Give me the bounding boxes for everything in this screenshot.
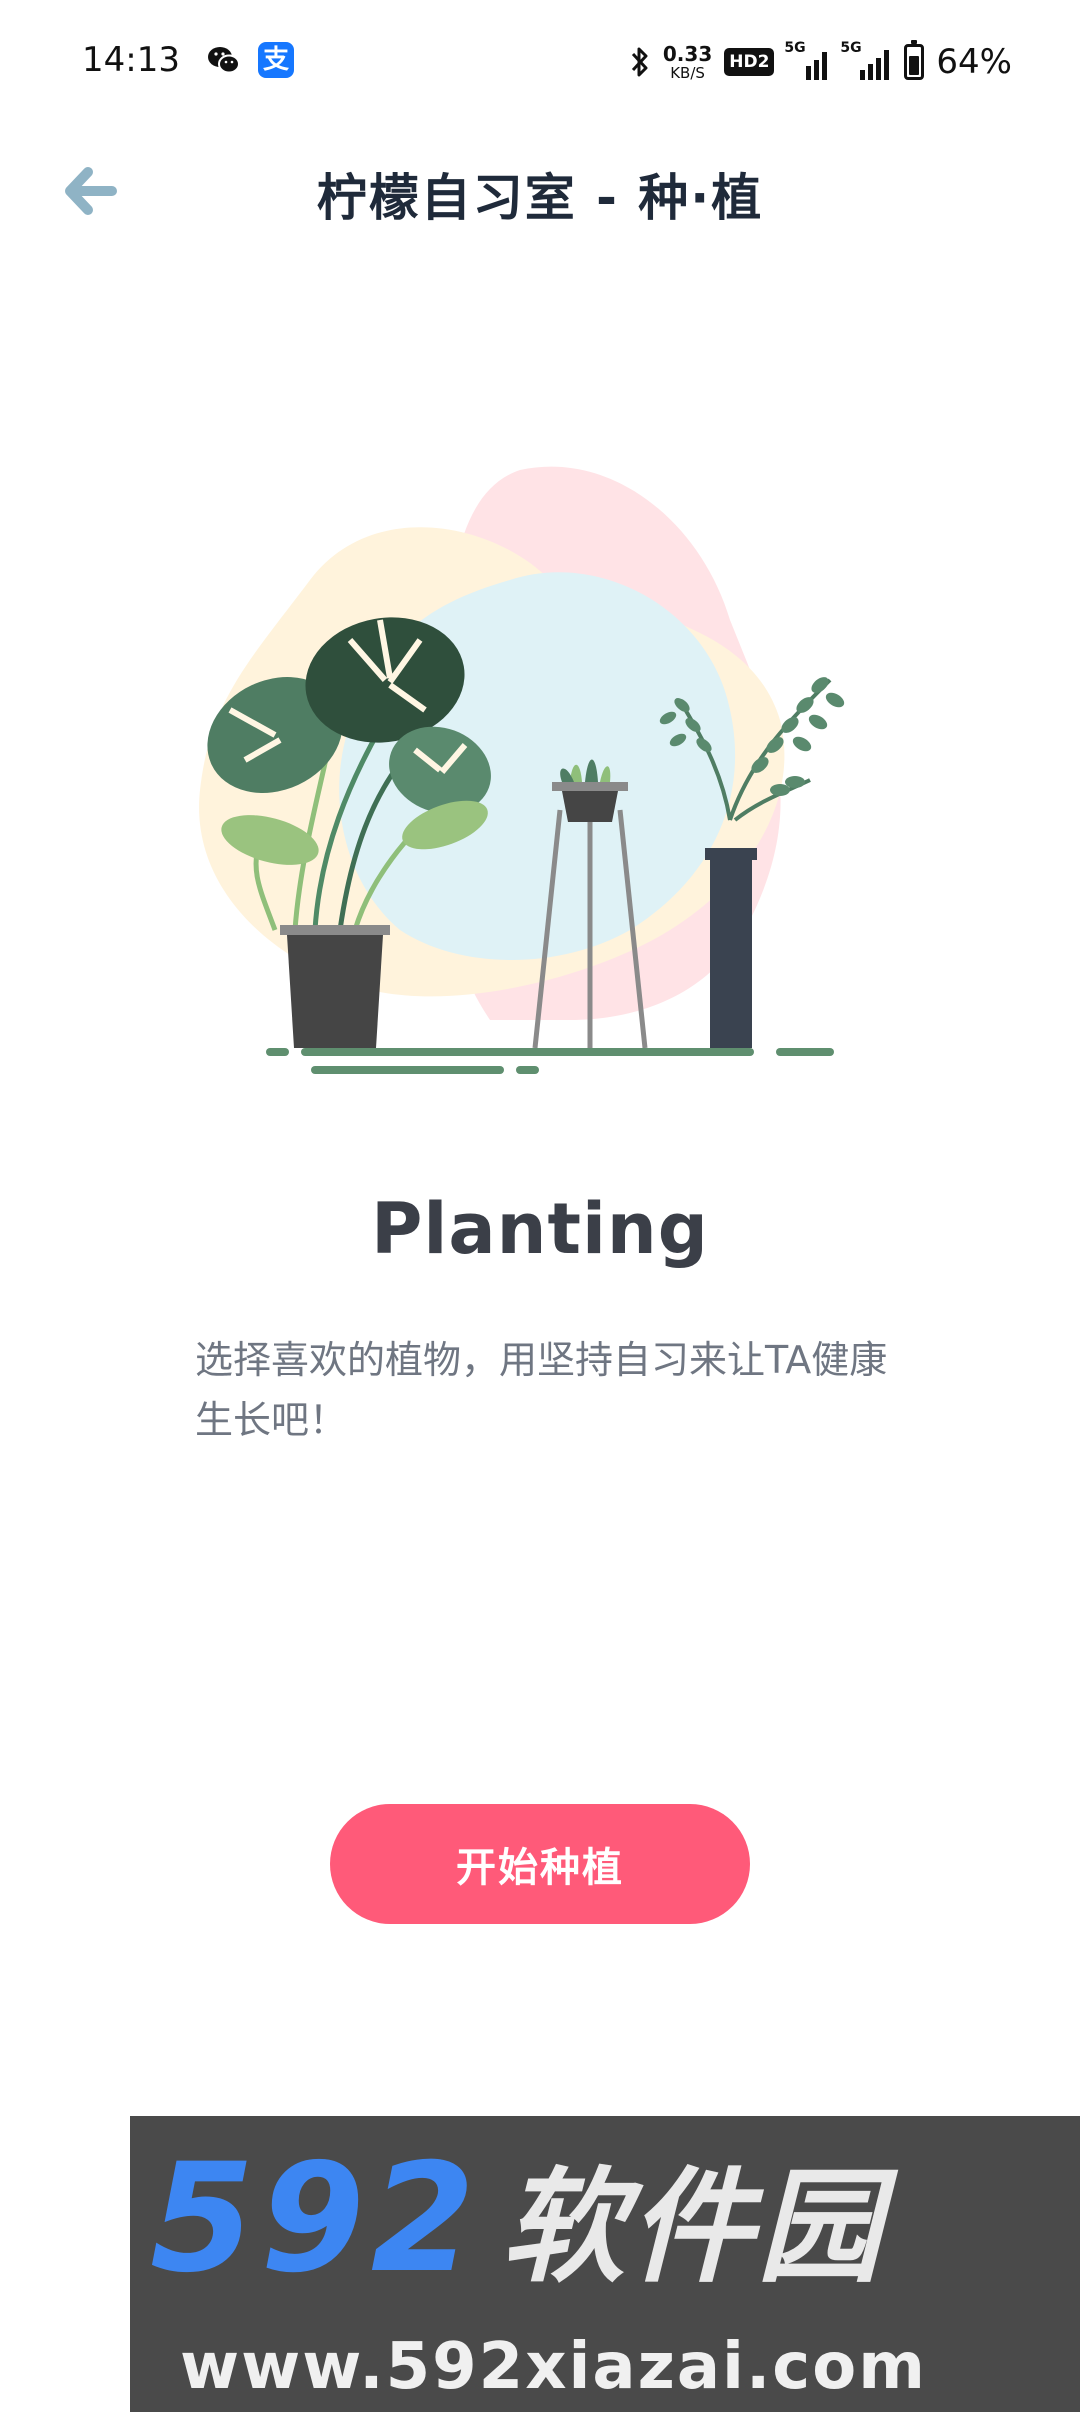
- headline: Planting: [371, 1188, 709, 1270]
- net-speed-value: 0.33: [662, 41, 713, 66]
- watermark-url: www.592xiazai.com: [180, 2330, 927, 2404]
- battery-icon: [904, 40, 925, 80]
- hd-badge: HD2: [724, 48, 775, 76]
- sim1-label: 5G: [784, 40, 806, 56]
- start-planting-button[interactable]: 开始种植: [330, 1804, 750, 1924]
- battery-percent: 64%: [936, 42, 1012, 82]
- plants-illustration: [199, 466, 845, 1074]
- alipay-icon: 支: [258, 42, 294, 78]
- bluetooth-icon: [631, 47, 648, 77]
- status-time: 14:13: [82, 40, 180, 80]
- signal-icon: 5G: [840, 40, 892, 80]
- black-pot: [280, 925, 390, 1048]
- net-speed-unit: KB/S: [670, 63, 705, 82]
- signal-icon: 5G: [784, 40, 830, 80]
- status-bar: 14:13 支 0.33 KB/S HD2 5G 5G 64%: [0, 0, 1080, 126]
- sim2-label: 5G: [840, 40, 862, 56]
- description: 选择喜欢的植物，用坚持自习来让TA健康生长吧！: [195, 1338, 888, 1442]
- network-speed: 0.33 KB/S: [663, 44, 712, 81]
- status-indicators: 0.33 KB/S HD2 5G 5G 64%: [629, 34, 1012, 90]
- watermark-name: 软件园: [501, 2156, 886, 2300]
- watermark-number: 592: [150, 2132, 482, 2306]
- screen: 14:13 支 0.33 KB/S HD2 5G 5G 64% 柠檬自习室 - …: [0, 0, 1080, 2412]
- ground-lines: [266, 1048, 834, 1074]
- watermark-logo: 592 软件园: [150, 2144, 885, 2294]
- wechat-icon: [208, 47, 240, 74]
- watermark-banner: 592 软件园 www.592xiazai.com: [130, 2116, 1080, 2412]
- page-title: 柠檬自习室 - 种·植: [316, 169, 764, 227]
